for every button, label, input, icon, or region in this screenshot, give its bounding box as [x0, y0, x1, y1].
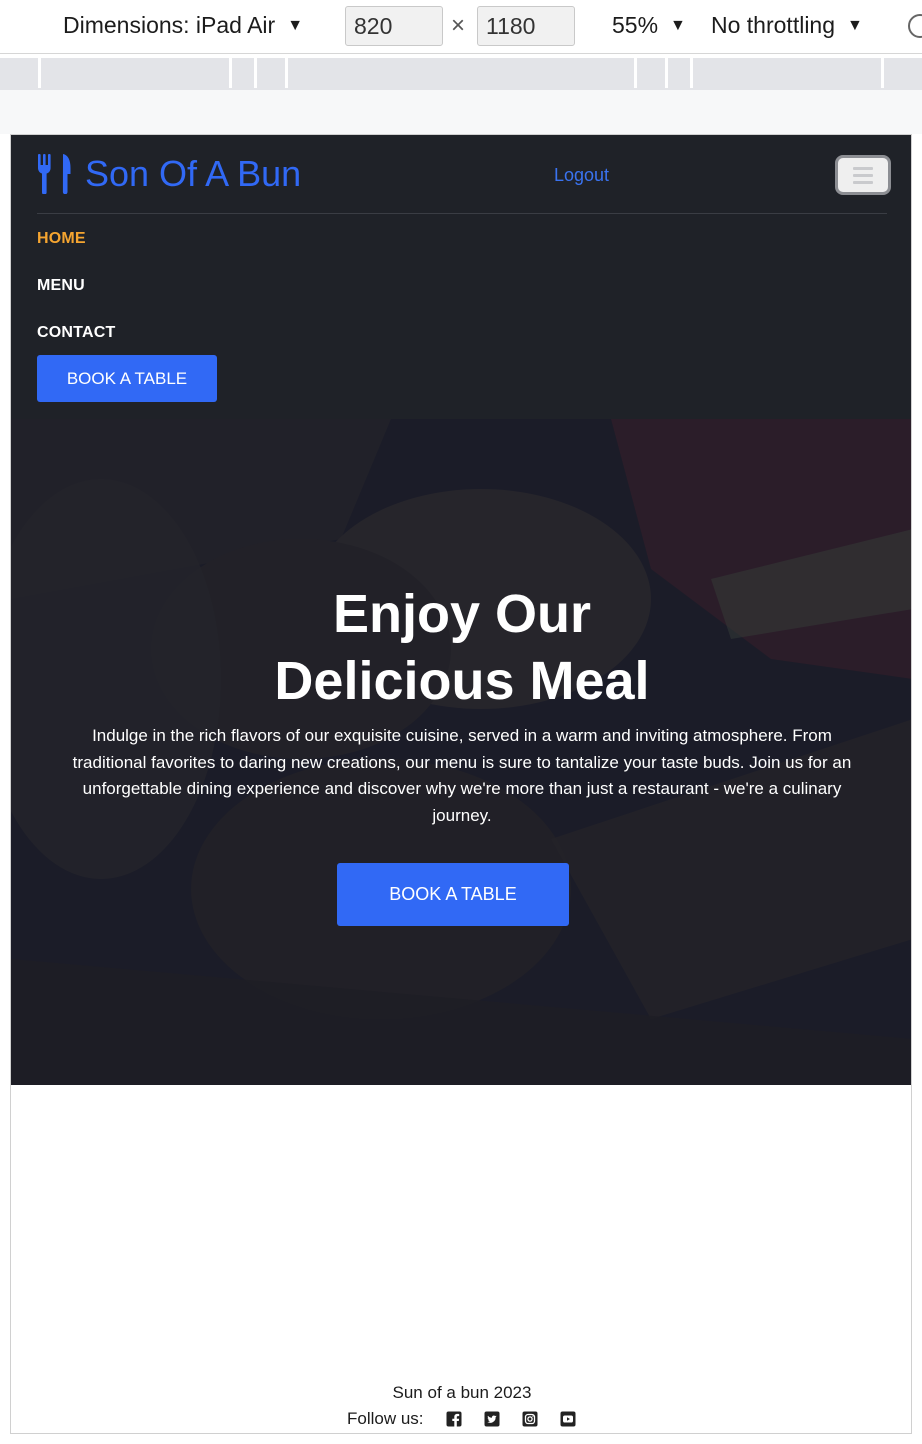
device-viewport: Son Of A Bun Logout HOME MENU CONTACT BO…: [10, 134, 912, 1434]
facebook-icon[interactable]: [446, 1411, 462, 1427]
nav-divider: [37, 213, 887, 214]
brand-name: Son Of A Bun: [85, 153, 302, 194]
logout-link[interactable]: Logout: [554, 165, 609, 186]
times-icon: ×: [451, 12, 466, 39]
hero-title-line: Delicious Meal: [274, 651, 650, 711]
footer-social: Follow us:: [347, 1409, 598, 1429]
hamburger-icon: [853, 173, 873, 177]
hero-section: Enjoy Our Delicious Meal Indulge in the …: [11, 419, 911, 1085]
chevron-down-icon: ▼: [847, 16, 863, 34]
width-input[interactable]: 820: [345, 6, 443, 46]
youtube-icon[interactable]: [560, 1411, 576, 1427]
instagram-icon[interactable]: [522, 1411, 538, 1427]
follow-label: Follow us:: [347, 1409, 424, 1428]
hero-title-line: Enjoy Our: [332, 584, 592, 644]
chevron-down-icon: ▼: [670, 16, 686, 34]
zoom-label: 55%: [612, 12, 659, 38]
brand-link[interactable]: Son Of A Bun: [37, 153, 301, 195]
utensils-icon: [38, 154, 71, 194]
hamburger-icon: [853, 166, 873, 170]
nav-item-contact[interactable]: CONTACT: [37, 324, 115, 342]
device-label: Dimensions: iPad Air: [63, 12, 276, 38]
chevron-down-icon: ▼: [287, 16, 304, 34]
zoom-selector[interactable]: 55% ▼: [612, 12, 686, 39]
device-selector[interactable]: Dimensions: iPad Air ▼: [63, 12, 303, 39]
height-input[interactable]: 1180: [477, 6, 575, 46]
throttling-selector[interactable]: No throttling ▼: [711, 12, 863, 39]
throttling-label: No throttling: [711, 12, 836, 38]
ruler-segment[interactable]: [634, 58, 668, 88]
navbar-toggle-button[interactable]: [835, 155, 891, 195]
ruler-segment[interactable]: [690, 58, 884, 88]
nav-book-table-button[interactable]: BOOK A TABLE: [37, 355, 217, 402]
rotate-icon[interactable]: [908, 14, 922, 38]
hero-description: Indulge in the rich flavors of our exqui…: [72, 726, 852, 825]
viewport-margin: [0, 90, 922, 134]
devtools-device-toolbar: Dimensions: iPad Air ▼ 820 × 1180 55% ▼ …: [0, 0, 922, 54]
hero-title: Enjoy Our Delicious Meal: [11, 581, 911, 715]
ruler-segment[interactable]: [38, 58, 232, 88]
hamburger-icon: [853, 180, 873, 184]
media-query-ruler[interactable]: [0, 58, 922, 90]
ruler-segment[interactable]: [254, 58, 288, 88]
footer-copyright: Sun of a bun 2023: [392, 1383, 532, 1402]
twitter-icon[interactable]: [484, 1411, 500, 1427]
nav-item-home[interactable]: HOME: [37, 230, 86, 248]
site-navbar: Son Of A Bun Logout HOME MENU CONTACT BO…: [11, 135, 911, 419]
nav-item-menu[interactable]: MENU: [37, 277, 85, 295]
hero-book-table-button[interactable]: BOOK A TABLE: [337, 863, 569, 926]
